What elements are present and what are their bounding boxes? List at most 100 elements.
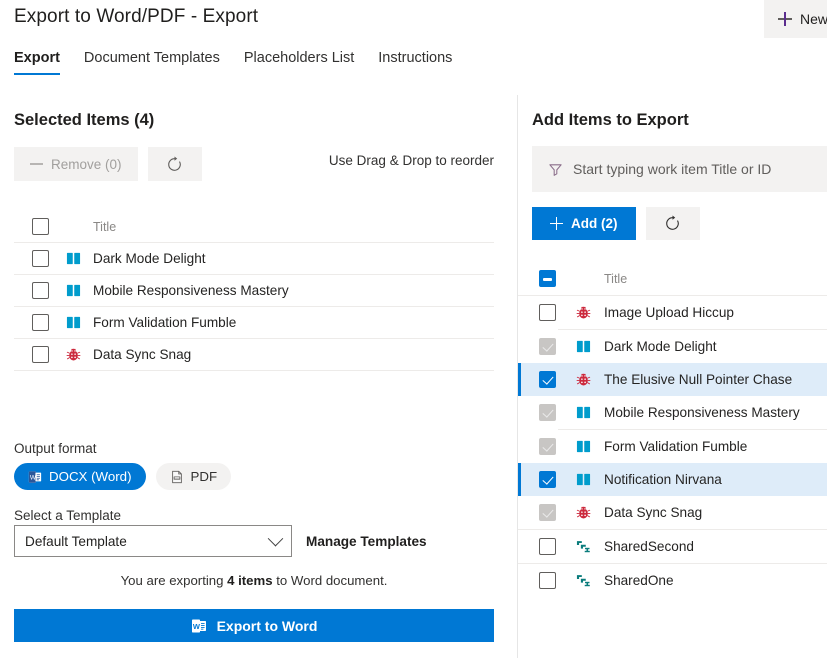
user-story-icon (576, 472, 591, 487)
row-checkbox[interactable] (32, 346, 49, 363)
template-select[interactable]: Default Template (14, 525, 292, 557)
row-icon-cell (66, 251, 93, 266)
row-title: Mobile Responsiveness Mastery (604, 405, 800, 420)
new-button[interactable]: New (764, 0, 827, 38)
export-to-word-button[interactable]: W Export to Word (14, 609, 494, 642)
table-row[interactable]: Mobile Responsiveness Mastery (14, 275, 494, 306)
tab-instructions[interactable]: Instructions (378, 50, 452, 75)
row-checkbox[interactable] (32, 250, 49, 267)
user-story-icon (576, 405, 591, 420)
row-checkbox[interactable] (32, 282, 49, 299)
output-format-group: W DOCX (Word) PDF (14, 463, 231, 490)
list-item[interactable]: The Elusive Null Pointer Chase (518, 363, 827, 396)
row-title: Dark Mode Delight (604, 339, 717, 354)
select-all-cell[interactable] (518, 270, 576, 287)
select-all-checkbox[interactable] (539, 270, 556, 287)
table-row[interactable]: Data Sync Snag (14, 339, 494, 370)
output-format-label: Output format (14, 441, 97, 456)
selected-items-heading: Selected Items (4) (14, 111, 154, 130)
add-button[interactable]: Add (2) (532, 207, 636, 240)
row-checkbox[interactable] (539, 538, 556, 555)
remove-button[interactable]: Remove (0) (14, 147, 138, 181)
row-checkbox-cell[interactable] (518, 304, 576, 321)
selected-items-toolbar: Remove (0) (14, 147, 202, 181)
tab-placeholders-list[interactable]: Placeholders List (244, 50, 354, 75)
format-pdf-button[interactable]: PDF (156, 463, 232, 490)
tab-export[interactable]: Export (14, 50, 60, 75)
list-item[interactable]: Image Upload Hiccup (518, 296, 827, 329)
svg-text:W: W (192, 622, 200, 631)
add-items-panel: Add Items to Export Start typing work it… (518, 95, 827, 658)
plus-icon (550, 217, 563, 230)
row-checkbox-cell (518, 404, 576, 421)
row-title: The Elusive Null Pointer Chase (604, 372, 792, 387)
row-checkbox[interactable] (539, 371, 556, 388)
format-docx-label: DOCX (Word) (49, 469, 132, 484)
refresh-selected-button[interactable] (148, 147, 202, 181)
row-checkbox-cell[interactable] (14, 282, 66, 299)
row-checkbox[interactable] (539, 304, 556, 321)
available-items-table: Title (518, 262, 827, 597)
search-placeholder-text: Start typing work item Title or ID (573, 161, 771, 177)
bug-icon (66, 347, 81, 362)
row-checkbox-cell (518, 338, 576, 355)
new-button-label: New (800, 11, 827, 27)
row-checkbox-cell[interactable] (14, 314, 66, 331)
row-checkbox-cell[interactable] (518, 371, 576, 388)
refresh-icon (664, 215, 681, 232)
bug-icon (576, 305, 591, 320)
list-item[interactable]: Dark Mode Delight (518, 330, 827, 363)
row-checkbox[interactable] (32, 314, 49, 331)
manage-templates-link[interactable]: Manage Templates (306, 534, 427, 549)
chevron-down-icon (268, 530, 284, 546)
row-icon-cell (66, 347, 93, 362)
template-label: Select a Template (14, 508, 121, 523)
row-icon-cell (66, 315, 93, 330)
select-all-cell[interactable] (14, 218, 66, 235)
search-input[interactable]: Start typing work item Title or ID (532, 146, 827, 192)
row-icon-cell (576, 339, 604, 354)
row-checkbox-cell[interactable] (518, 471, 576, 488)
row-checkbox (539, 504, 556, 521)
word-icon: W (191, 618, 207, 634)
list-item[interactable]: Mobile Responsiveness Mastery (518, 396, 827, 429)
row-checkbox[interactable] (539, 572, 556, 589)
user-story-icon (576, 439, 591, 454)
export-button-wrap: W Export to Word (14, 609, 494, 642)
refresh-icon (166, 156, 183, 173)
row-title: Form Validation Fumble (93, 315, 236, 330)
row-checkbox-cell[interactable] (14, 346, 66, 363)
row-title: Form Validation Fumble (604, 439, 747, 454)
row-checkbox-cell[interactable] (518, 538, 576, 555)
select-all-checkbox[interactable] (32, 218, 49, 235)
remove-button-label: Remove (0) (51, 157, 122, 172)
list-item[interactable]: Form Validation Fumble (518, 430, 827, 463)
export-summary: You are exporting 4 items to Word docume… (14, 573, 494, 588)
row-title: Notification Nirvana (604, 472, 722, 487)
summary-count: 4 items (227, 573, 272, 588)
page-title: Export to Word/PDF - Export (14, 6, 258, 28)
list-item[interactable]: Notification Nirvana (518, 463, 827, 496)
list-item[interactable]: Data Sync Snag (518, 496, 827, 529)
refresh-available-button[interactable] (646, 207, 700, 240)
row-icon-cell (576, 305, 604, 320)
row-checkbox-cell[interactable] (518, 572, 576, 589)
table-row[interactable]: Dark Mode Delight (14, 243, 494, 274)
table-row[interactable]: Form Validation Fumble (14, 307, 494, 338)
column-header-title: Title (604, 272, 627, 286)
format-pdf-label: PDF (191, 469, 218, 484)
user-story-icon (66, 315, 81, 330)
tab-document-templates[interactable]: Document Templates (84, 50, 220, 75)
row-checkbox[interactable] (539, 471, 556, 488)
row-checkbox (539, 338, 556, 355)
row-icon-cell (576, 439, 604, 454)
list-item[interactable]: SharedSecond (518, 530, 827, 563)
column-header-title: Title (93, 220, 116, 234)
add-items-heading: Add Items to Export (532, 111, 689, 130)
template-select-value: Default Template (25, 534, 127, 549)
row-checkbox-cell[interactable] (14, 250, 66, 267)
row-title: SharedOne (604, 573, 674, 588)
list-item[interactable]: SharedOne (518, 564, 827, 597)
row-title: Image Upload Hiccup (604, 305, 734, 320)
format-docx-button[interactable]: W DOCX (Word) (14, 463, 146, 490)
